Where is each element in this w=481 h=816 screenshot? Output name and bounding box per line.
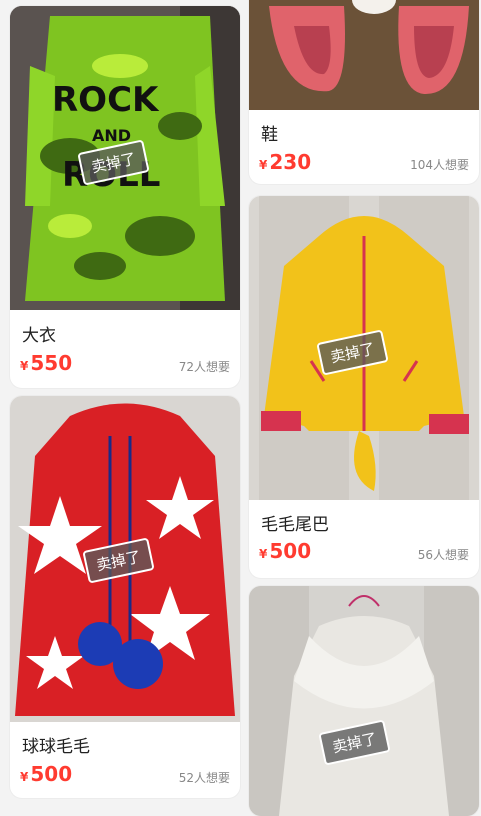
currency-symbol: ¥: [259, 547, 268, 561]
product-photo: [249, 0, 479, 110]
product-title: 大衣: [22, 326, 56, 346]
photo-rock-text: ROCK: [52, 80, 160, 120]
currency-symbol: ¥: [259, 158, 268, 172]
currency-symbol: ¥: [20, 770, 29, 784]
product-price: ¥500: [20, 762, 72, 786]
product-card-tail-jacket[interactable]: 卖掉了 毛毛尾巴 ¥500 56人想要: [249, 196, 479, 578]
product-photo: [249, 586, 479, 816]
price-value: 500: [30, 762, 73, 786]
product-price: ¥500: [259, 539, 311, 563]
price-value: 550: [30, 351, 73, 375]
price-value: 500: [269, 539, 312, 563]
want-count: 72人想要: [178, 360, 230, 374]
want-count: 104人想要: [410, 158, 469, 172]
product-card-pompom-sweater[interactable]: 卖掉了 球球毛毛 ¥500 52人想要: [10, 396, 240, 798]
price-value: 230: [269, 150, 312, 174]
product-card-shoes[interactable]: 鞋 ¥230 104人想要: [249, 0, 479, 184]
want-count: 52人想要: [178, 771, 230, 785]
product-card-white-coat[interactable]: 卖掉了: [249, 586, 479, 816]
currency-symbol: ¥: [20, 359, 29, 373]
product-title: 鞋: [261, 125, 278, 145]
want-count: 56人想要: [417, 548, 469, 562]
product-title: 毛毛尾巴: [261, 515, 329, 535]
product-price: ¥550: [20, 351, 72, 375]
product-price: ¥230: [259, 150, 311, 174]
product-title: 球球毛毛: [22, 737, 90, 757]
product-card-coat[interactable]: ROCK AND ROLL 卖掉了 大衣 ¥550 72人想要: [10, 6, 240, 388]
